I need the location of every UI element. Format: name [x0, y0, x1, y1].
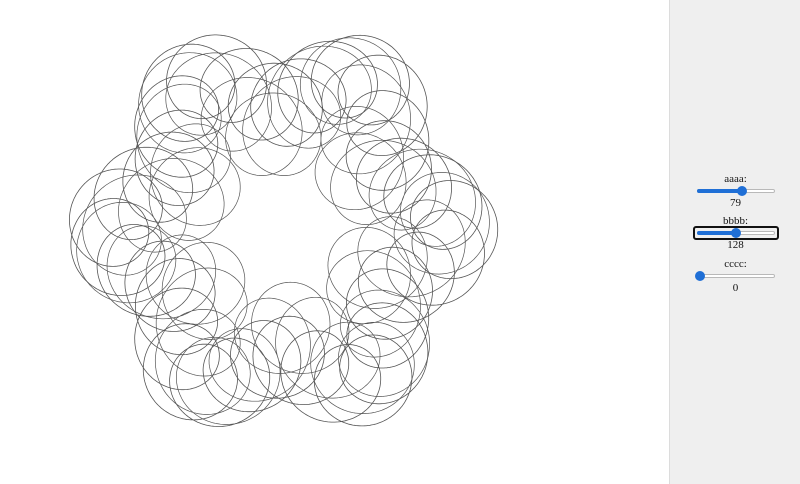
bbbb-label: bbbb:	[722, 215, 749, 227]
cccc-value: 0	[732, 282, 739, 294]
bbbb-value: 128	[727, 239, 744, 251]
slider-thumb[interactable]	[694, 271, 705, 281]
slider-thumb[interactable]	[731, 228, 742, 238]
bbbb-slider[interactable]	[692, 226, 779, 240]
drawing-canvas	[0, 0, 669, 484]
control-bbbb: bbbb: 128	[670, 215, 800, 251]
slider-track	[696, 274, 775, 278]
aaaa-label: aaaa:	[724, 173, 747, 185]
aaaa-slider[interactable]	[695, 186, 777, 196]
cccc-slider[interactable]	[694, 271, 777, 281]
cccc-label: cccc:	[724, 258, 747, 270]
slider-thumb[interactable]	[736, 186, 747, 196]
spirograph-figure	[69, 34, 499, 428]
aaaa-value: 79	[730, 197, 741, 209]
controls-panel: aaaa: 79 bbbb: 128 cccc: 0	[669, 0, 800, 484]
control-cccc: cccc: 0	[670, 258, 800, 294]
spirograph-curve-inner	[76, 37, 490, 425]
spirograph-curve	[69, 34, 499, 428]
control-aaaa: aaaa: 79	[670, 173, 800, 209]
slider-fill	[696, 189, 742, 193]
app-window: aaaa: 79 bbbb: 128 cccc: 0	[0, 0, 800, 484]
